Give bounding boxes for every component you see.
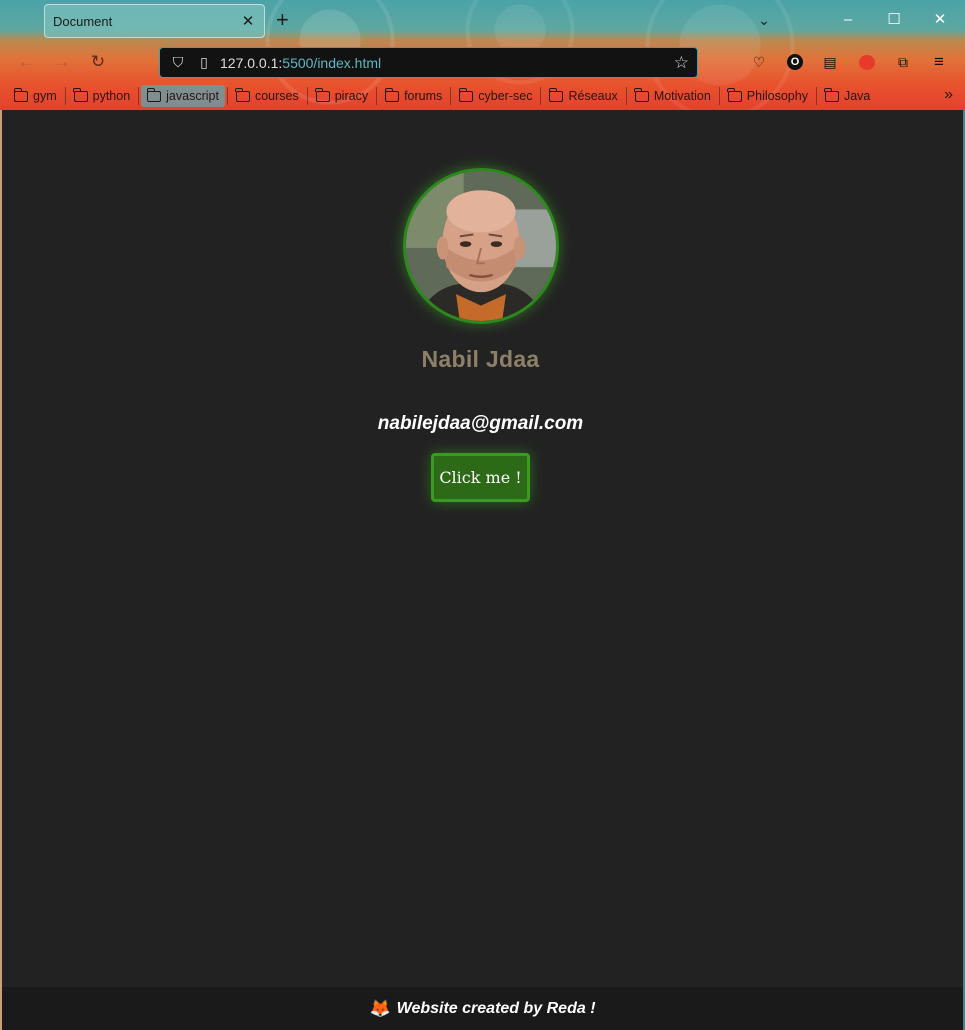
shield-icon[interactable]: ⛉ [168, 54, 188, 71]
browser-chrome: Document ✕ + ⌄ – ☐ ✕ ← → ↻ ⛉ ▯ 127.0.0.1… [0, 0, 965, 110]
footer-text: Website created by Reda ! [396, 999, 596, 1017]
bookmark-star-icon[interactable]: ☆ [674, 53, 689, 73]
folder-icon [548, 87, 564, 102]
folder-icon [235, 87, 250, 102]
url-bar[interactable]: ⛉ ▯ 127.0.0.1: 5500/index.html ☆ [159, 47, 698, 78]
bookmark-folder-philosophy[interactable]: Philosophy [722, 85, 814, 107]
bookmark-folder-courses[interactable]: courses [230, 85, 305, 107]
folder-icon [13, 87, 28, 102]
footer: 🦊 Website created by Reda ! [2, 987, 963, 1030]
bookmark-separator [718, 87, 720, 105]
bookmark-folder-piracy[interactable]: piracy [310, 85, 374, 107]
folder-icon [73, 87, 88, 102]
maximize-icon[interactable]: ☐ [884, 10, 904, 30]
bookmark-label: Philosophy [746, 89, 808, 103]
page-icon: ▯ [200, 54, 208, 70]
bookmark-folder-forums[interactable]: forums [379, 85, 448, 107]
fox-icon: 🦊 [369, 998, 391, 1018]
bookmark-label: cyber-sec [478, 89, 533, 103]
folder-icon [727, 87, 742, 102]
list-all-tabs-icon[interactable]: ⌄ [754, 10, 774, 30]
bookmark-label: gym [33, 89, 57, 103]
click-me-button[interactable]: Click me ! [431, 453, 530, 502]
bookmark-label: javascript [166, 89, 219, 103]
bookmark-separator [64, 87, 66, 105]
more-bookmarks-icon[interactable]: » [944, 86, 953, 104]
minimize-icon[interactable]: – [838, 10, 858, 30]
bookmark-label: piracy [334, 89, 369, 103]
url-path: 5500/index.html [282, 54, 382, 71]
bookmark-folder-r-seaux[interactable]: Réseaux [543, 85, 623, 107]
browser-tab[interactable]: Document ✕ [44, 4, 265, 38]
url-host: 127.0.0.1: [220, 54, 283, 71]
bookmark-folder-python[interactable]: python [68, 85, 137, 107]
notes-icon[interactable]: ▤ [820, 52, 840, 72]
bookmark-label: Motivation [653, 89, 711, 103]
bookmark-label: Réseaux [568, 89, 618, 103]
close-tab-icon[interactable]: ✕ [240, 12, 256, 30]
extension-o-icon[interactable]: O [787, 54, 803, 70]
bookmark-separator [450, 87, 452, 105]
back-icon[interactable]: ← [16, 52, 36, 72]
pocket-icon[interactable]: ♡ [749, 52, 769, 72]
bookmarks-toolbar: gym python javascript courses piracy forums cy… [8, 84, 918, 108]
folder-icon [146, 87, 162, 102]
bookmark-folder-java[interactable]: Java [819, 85, 876, 107]
bookmark-label: forums [404, 89, 443, 103]
bookmark-separator [306, 87, 308, 105]
bookmark-separator [625, 87, 627, 105]
folder-icon [634, 87, 649, 102]
reload-icon[interactable]: ↻ [88, 52, 108, 72]
bookmark-separator [226, 87, 228, 105]
tomato-icon[interactable] [859, 55, 875, 70]
extensions-puzzle-icon[interactable]: ⧉ [893, 52, 913, 72]
profile-email: nabilejdaa@gmail.com [377, 413, 584, 434]
bookmark-folder-motivation[interactable]: Motivation [629, 85, 717, 107]
bookmark-separator [540, 87, 542, 105]
bookmark-folder-gym[interactable]: gym [8, 85, 63, 107]
bookmark-folder-cyber-sec[interactable]: cyber-sec [453, 85, 538, 107]
folder-icon [824, 87, 839, 102]
menu-icon[interactable]: ≡ [929, 52, 949, 72]
close-window-icon[interactable]: ✕ [930, 10, 950, 30]
tab-title: Document [53, 13, 113, 29]
avatar [402, 168, 559, 324]
folder-icon [384, 87, 400, 102]
avatar-photo [405, 171, 556, 321]
bookmark-separator [815, 87, 817, 105]
bookmark-label: courses [254, 89, 299, 103]
bookmark-folder-javascript[interactable]: javascript [141, 85, 225, 107]
profile-name: Nabil Jdaa [421, 346, 540, 372]
bookmark-separator [138, 87, 140, 105]
bookmark-label: Java [843, 89, 871, 103]
profile-card: Nabil Jdaa nabilejdaa@gmail.com Click me… [0, 168, 961, 502]
folder-icon [315, 87, 330, 102]
new-tab-button[interactable]: + [276, 8, 289, 32]
folder-icon [458, 87, 474, 102]
forward-icon[interactable]: → [52, 52, 72, 72]
bookmark-separator [376, 87, 378, 105]
bookmark-label: python [92, 89, 131, 103]
